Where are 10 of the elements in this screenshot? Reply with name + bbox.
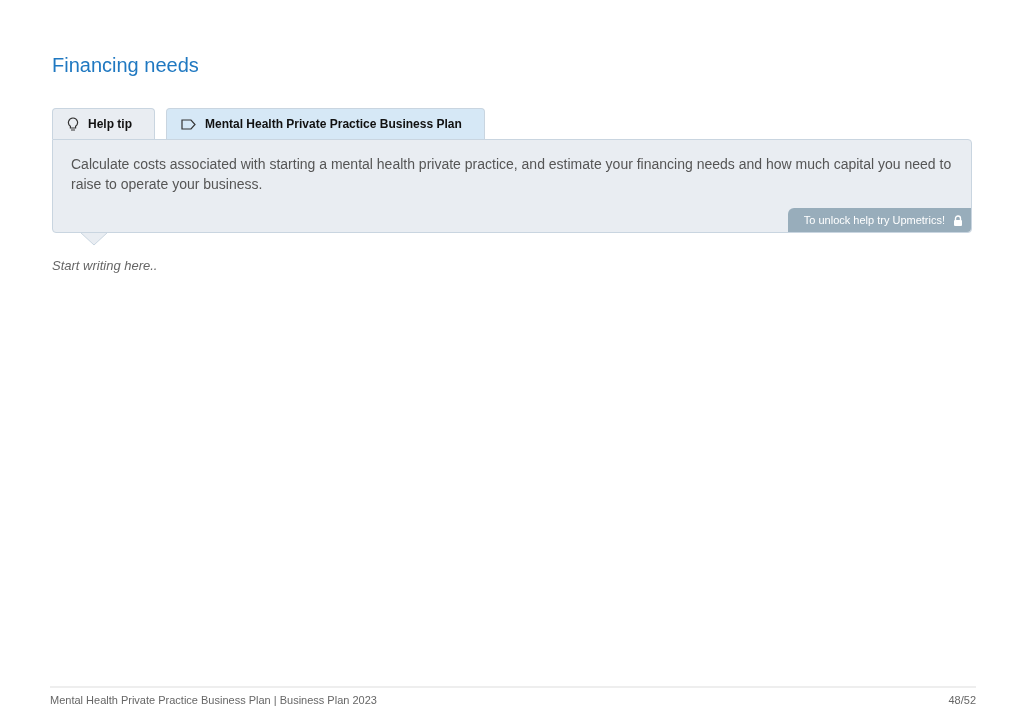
page-number: 48/52 [948, 694, 976, 706]
lock-icon [953, 214, 963, 226]
section-title: Financing needs [52, 54, 199, 77]
lightbulb-icon [67, 116, 79, 132]
editor-placeholder[interactable]: Start writing here.. [52, 258, 158, 273]
tab[interactable]: Mental Health Private Practice Business Plan [166, 108, 485, 139]
tag-icon [181, 118, 196, 130]
tab[interactable]: Help tip [52, 108, 155, 139]
help-tip-text: Calculate costs associated with starting a mental health private practice, and estimate your financing needs and how much capital you need to raise to operate your business. [71, 155, 953, 194]
footer-document-title: Mental Health Private Practice Business Plan | Business Plan 2023 [50, 694, 377, 706]
